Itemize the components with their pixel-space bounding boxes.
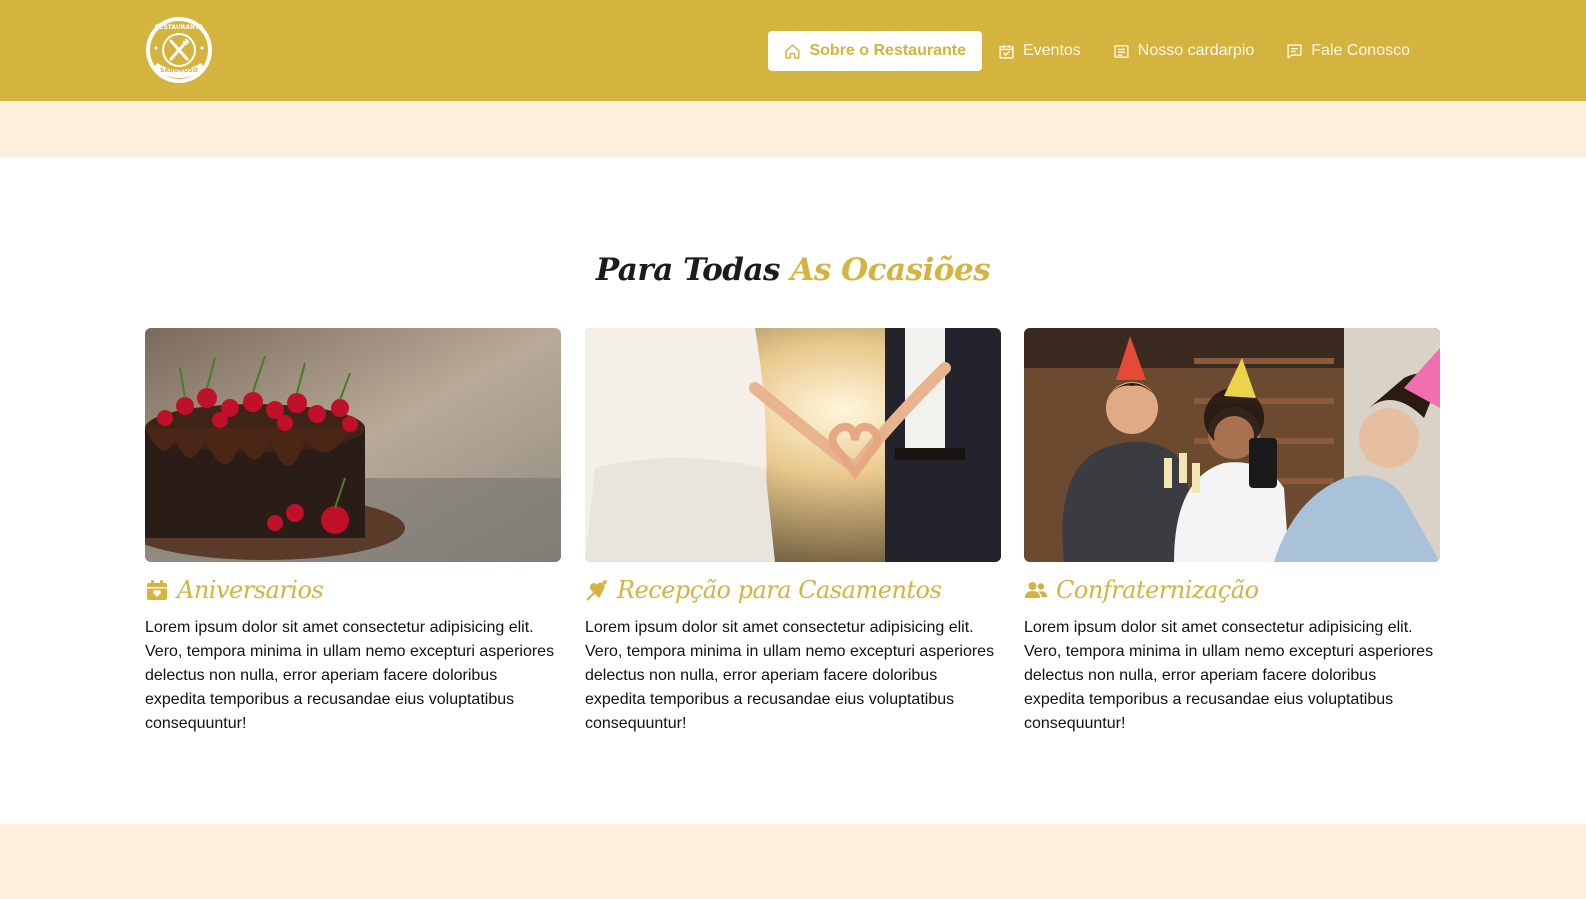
nav-item-cardapio[interactable]: Nosso cardarpio (1097, 31, 1271, 71)
section-title-part1: Para Todas (595, 252, 781, 288)
main-nav: Sobre o Restaurante Eventos Nosso cardar… (768, 31, 1426, 71)
home-icon (785, 43, 801, 59)
restaurant-logo[interactable]: SABOROSO RESTAURANTE (145, 15, 213, 85)
card-title-text: Confraternização (1056, 576, 1259, 604)
nav-item-sobre[interactable]: Sobre o Restaurante (768, 31, 982, 71)
nav-item-contato[interactable]: Fale Conosco (1270, 31, 1426, 71)
wedding-photo (585, 328, 1001, 562)
top-navbar: SABOROSO RESTAURANTE Sobre o Restaurante… (0, 0, 1586, 101)
card-description: Lorem ipsum dolor sit amet consectetur a… (145, 619, 555, 732)
nav-item-label: Sobre o Restaurante (809, 42, 966, 59)
users-icon (1025, 582, 1047, 598)
card-title-text: Recepção para Casamentos (617, 576, 942, 604)
occasion-card-aniversarios: Aniversarios Lorem ipsum dolor sit amet … (145, 328, 561, 736)
card-title: Recepção para Casamentos (585, 574, 1001, 606)
nav-item-label: Eventos (1022, 42, 1081, 59)
cake-photo (145, 328, 561, 562)
menu-list-icon (1114, 44, 1129, 58)
section-title: Para Todas As Ocasiões (0, 252, 1586, 288)
logo-top-text: RESTAURANTE (155, 24, 203, 31)
occasion-card-casamentos: Recepção para Casamentos Lorem ipsum dol… (585, 328, 1001, 736)
card-title: Aniversarios (145, 574, 561, 606)
nav-item-label: Nosso cardarpio (1137, 42, 1255, 59)
top-band (0, 101, 1586, 157)
card-description: Lorem ipsum dolor sit amet consectetur a… (1024, 619, 1434, 732)
card-description: Lorem ipsum dolor sit amet consectetur a… (585, 619, 995, 732)
card-title: Confraternização (1024, 574, 1440, 606)
party-photo (1024, 328, 1440, 562)
calendar-heart-icon (147, 580, 167, 600)
nav-item-eventos[interactable]: Eventos (982, 31, 1097, 71)
section-title-part2: As Ocasiões (790, 252, 991, 288)
nav-item-label: Fale Conosco (1311, 42, 1410, 59)
message-icon (1287, 43, 1302, 59)
bottom-band (0, 824, 1586, 899)
heart-arrow-icon (586, 580, 607, 601)
calendar-check-icon (999, 44, 1014, 59)
card-title-text: Aniversarios (177, 576, 324, 604)
logo-bottom-text: SABOROSO (160, 67, 198, 74)
occasion-card-confraternizacao: Confraternização Lorem ipsum dolor sit a… (1024, 328, 1440, 736)
